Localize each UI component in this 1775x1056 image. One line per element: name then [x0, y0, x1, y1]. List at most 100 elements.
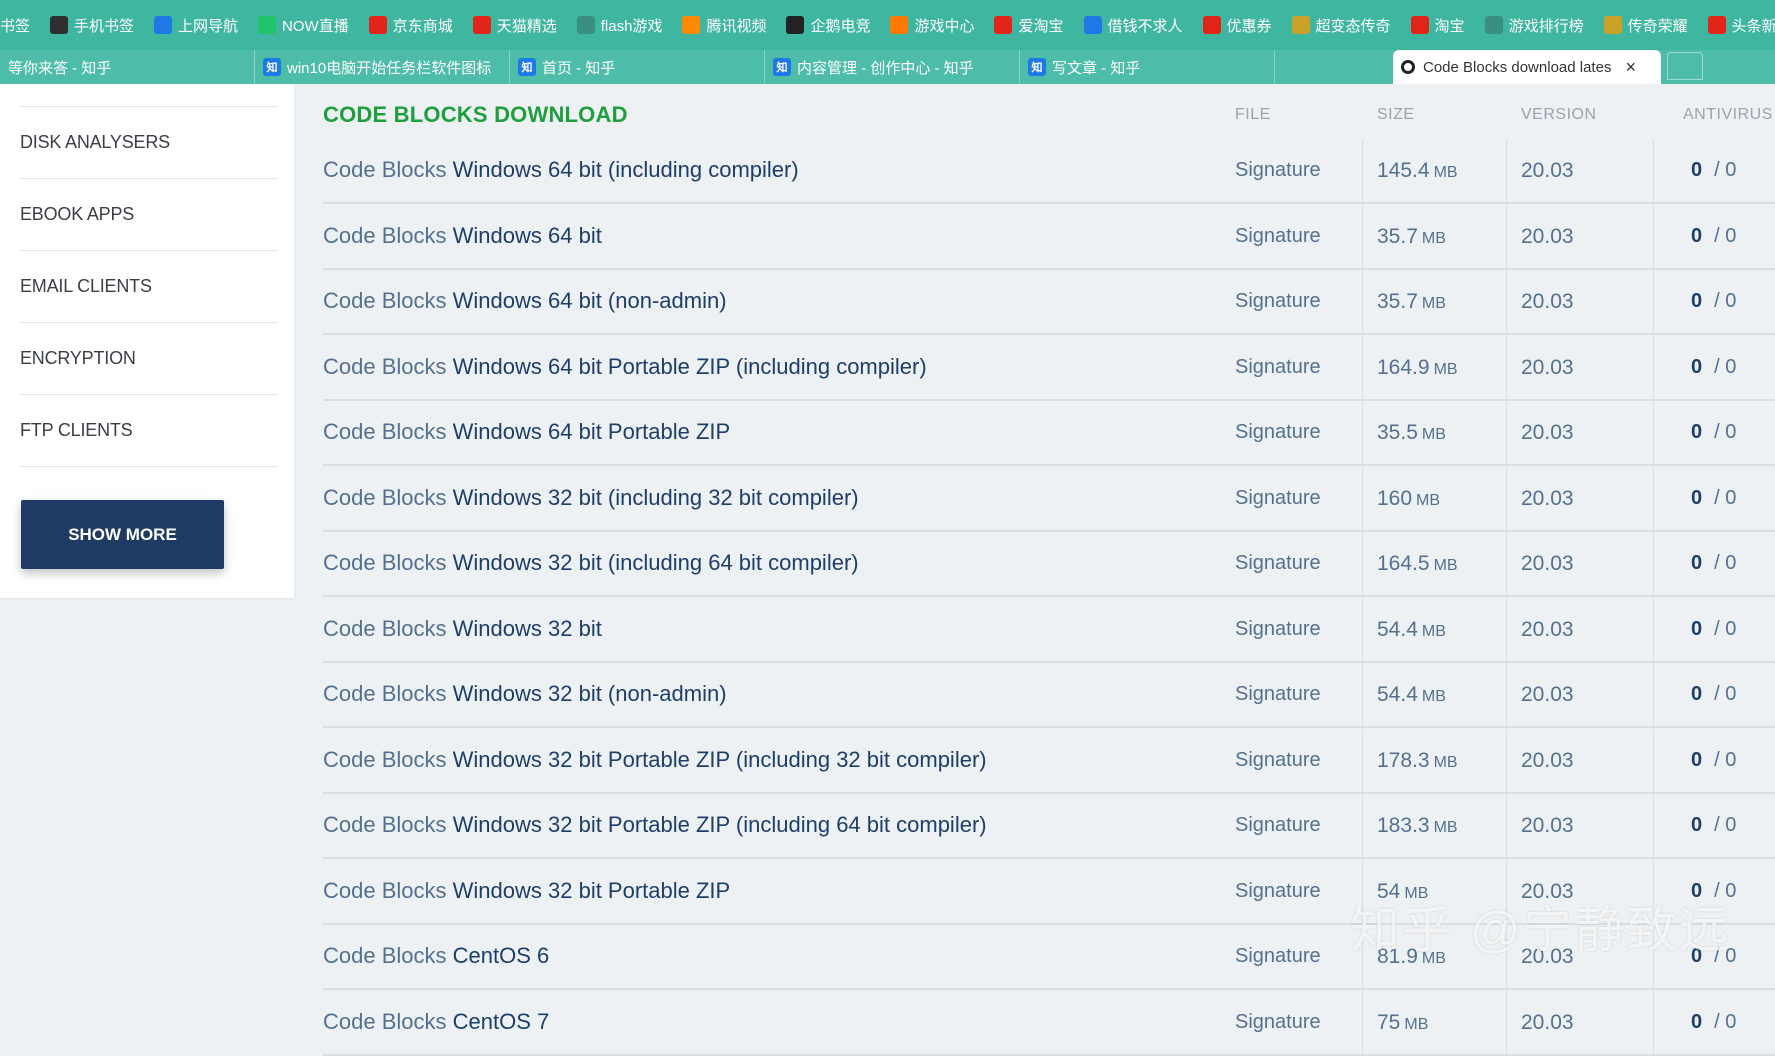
- signature-link[interactable]: Signature: [1235, 356, 1321, 379]
- tab-label: 内容管理 - 创作中心 - 知乎: [797, 59, 974, 77]
- sidebar-item-disk-analysers[interactable]: DISK ANALYSERS: [20, 107, 278, 179]
- column-divider: [1362, 728, 1363, 792]
- download-link[interactable]: Code Blocks Windows 32 bit (including 32…: [323, 485, 859, 511]
- bookmark-item[interactable]: 上网导航: [154, 15, 238, 36]
- column-divider: [1506, 990, 1507, 1054]
- antivirus-result[interactable]: 0/ 0: [1691, 356, 1736, 379]
- zhihu-icon: 知: [773, 58, 791, 76]
- file-size: 164.5 MB: [1377, 552, 1458, 576]
- signature-link[interactable]: Signature: [1235, 159, 1321, 182]
- antivirus-result[interactable]: 0/ 0: [1691, 290, 1736, 313]
- download-link[interactable]: Code Blocks Windows 64 bit (including co…: [323, 157, 799, 183]
- column-divider: [1362, 794, 1363, 857]
- bookmark-item[interactable]: 游戏排行榜: [1484, 15, 1584, 36]
- signature-link[interactable]: Signature: [1235, 421, 1321, 444]
- signature-link[interactable]: Signature: [1235, 814, 1321, 837]
- antivirus-result[interactable]: 0/ 0: [1691, 421, 1736, 444]
- download-link[interactable]: Code Blocks Windows 32 bit (non-admin): [323, 681, 727, 707]
- download-link[interactable]: Code Blocks Windows 32 bit Portable ZIP …: [323, 812, 987, 838]
- antivirus-result[interactable]: 0/ 0: [1691, 487, 1736, 510]
- signature-link[interactable]: Signature: [1235, 618, 1321, 641]
- size-value: 35.5: [1377, 421, 1418, 444]
- size-value: 178.3: [1377, 748, 1430, 772]
- antivirus-positives: 0: [1691, 159, 1703, 181]
- download-link[interactable]: Code Blocks Windows 64 bit Portable ZIP …: [323, 354, 927, 380]
- antivirus-result[interactable]: 0/ 0: [1691, 618, 1736, 641]
- new-tab-button[interactable]: [1667, 52, 1703, 80]
- download-link[interactable]: Code Blocks CentOS 7: [323, 1009, 549, 1035]
- antivirus-separator: /: [1714, 421, 1720, 443]
- bookmark-item[interactable]: 企鹅电竞: [786, 15, 870, 36]
- download-link[interactable]: Code Blocks Windows 64 bit (non-admin): [323, 288, 727, 314]
- platform-name: Windows 32 bit: [452, 615, 602, 641]
- antivirus-positives: 0: [1691, 617, 1703, 640]
- download-link[interactable]: Code Blocks Windows 32 bit (including 64…: [323, 550, 859, 576]
- table-row: Code Blocks Windows 64 bit (including co…: [323, 139, 1775, 204]
- bookmark-item[interactable]: 书签: [0, 15, 30, 36]
- signature-link[interactable]: Signature: [1235, 683, 1321, 706]
- sidebar-item-email-clients[interactable]: EMAIL CLIENTS: [20, 251, 278, 323]
- close-icon[interactable]: ×: [1625, 57, 1636, 78]
- bookmark-item[interactable]: 淘宝: [1410, 15, 1465, 36]
- jd-icon: [368, 16, 387, 34]
- bookmark-item[interactable]: 优惠券: [1202, 15, 1272, 36]
- bookmark-item[interactable]: 手机书签: [50, 15, 134, 36]
- browser-tab-active[interactable]: Code Blocks download lates ×: [1393, 50, 1661, 84]
- download-link[interactable]: Code Blocks CentOS 6: [323, 943, 549, 969]
- antivirus-result[interactable]: 0/ 0: [1691, 1011, 1736, 1034]
- signature-link[interactable]: Signature: [1235, 945, 1321, 968]
- size-unit: MB: [1433, 557, 1458, 574]
- sidebar-item-ebook-apps[interactable]: EBOOK APPS: [20, 179, 278, 251]
- antivirus-result[interactable]: 0/ 0: [1691, 683, 1736, 706]
- browser-tab[interactable]: 知 win10电脑开始任务栏软件图标: [255, 50, 510, 84]
- table-row: Code Blocks Windows 64 bit Signature 35.7 M…: [323, 204, 1775, 270]
- sidebar-item-ftp-clients[interactable]: FTP CLIENTS: [20, 395, 278, 467]
- signature-link[interactable]: Signature: [1235, 225, 1321, 248]
- antivirus-result[interactable]: 0/ 0: [1691, 552, 1736, 575]
- table-row: Code Blocks Windows 32 bit Signature 54.4 M…: [323, 597, 1775, 663]
- antivirus-result[interactable]: 0/ 0: [1691, 159, 1736, 182]
- browser-tab[interactable]: 知内容管理 - 创作中心 - 知乎: [765, 50, 1020, 84]
- bookmark-label: 手机书签: [74, 17, 135, 35]
- signature-link[interactable]: Signature: [1235, 290, 1321, 313]
- signature-link[interactable]: Signature: [1235, 880, 1321, 903]
- column-divider: [1362, 335, 1363, 399]
- download-link[interactable]: Code Blocks Windows 32 bit: [323, 616, 602, 642]
- signature-link[interactable]: Signature: [1235, 749, 1321, 772]
- download-link[interactable]: Code Blocks Windows 64 bit Portable ZIP: [323, 419, 730, 445]
- bookmark-item[interactable]: 腾讯视频: [682, 15, 766, 36]
- signature-link[interactable]: Signature: [1235, 1011, 1321, 1034]
- play-icon: [258, 16, 277, 34]
- browser-tab[interactable]: 知首页 - 知乎: [510, 50, 765, 84]
- antivirus-total: 0: [1725, 748, 1737, 771]
- download-link[interactable]: Code Blocks Windows 32 bit Portable ZIP: [323, 878, 730, 904]
- bookmark-item[interactable]: 超变态传奇: [1291, 15, 1391, 36]
- antivirus-result[interactable]: 0/ 0: [1691, 814, 1736, 837]
- product-name: Code Blocks: [323, 746, 447, 772]
- bookmark-item[interactable]: 京东商城: [368, 15, 453, 36]
- version-value: 20.03: [1521, 683, 1574, 706]
- antivirus-separator: /: [1714, 290, 1720, 312]
- bookmark-item[interactable]: flash游戏: [576, 15, 662, 36]
- sidebar-item-encryption[interactable]: ENCRYPTION: [20, 323, 278, 395]
- download-link[interactable]: Code Blocks Windows 64 bit: [323, 223, 602, 249]
- bookmark-item[interactable]: 游戏中心: [890, 15, 974, 36]
- zhihu-icon: 知: [1028, 58, 1046, 76]
- bookmark-item[interactable]: 头条新闻: [1707, 15, 1775, 36]
- download-link[interactable]: Code Blocks Windows 32 bit Portable ZIP …: [323, 747, 987, 773]
- watermark: 知乎 @宁静致远: [1350, 902, 1731, 958]
- browser-tab[interactable]: 知写文章 - 知乎: [1020, 50, 1275, 84]
- size-value: 35.7: [1377, 290, 1418, 313]
- antivirus-result[interactable]: 0/ 0: [1691, 749, 1736, 772]
- browser-tab[interactable]: 等你来答 - 知乎: [0, 50, 255, 84]
- signature-link[interactable]: Signature: [1235, 487, 1321, 510]
- bookmark-item[interactable]: NOW直播: [258, 15, 349, 36]
- antivirus-result[interactable]: 0/ 0: [1691, 225, 1736, 248]
- bookmark-item[interactable]: 借钱不求人: [1083, 15, 1183, 36]
- bookmark-item[interactable]: 天猫精选: [472, 15, 557, 36]
- bookmark-item[interactable]: 爱淘宝: [994, 15, 1064, 36]
- antivirus-separator: /: [1714, 617, 1720, 640]
- show-more-button[interactable]: SHOW MORE: [21, 500, 224, 569]
- bookmark-item[interactable]: 传奇荣耀: [1603, 15, 1688, 36]
- signature-link[interactable]: Signature: [1235, 552, 1321, 575]
